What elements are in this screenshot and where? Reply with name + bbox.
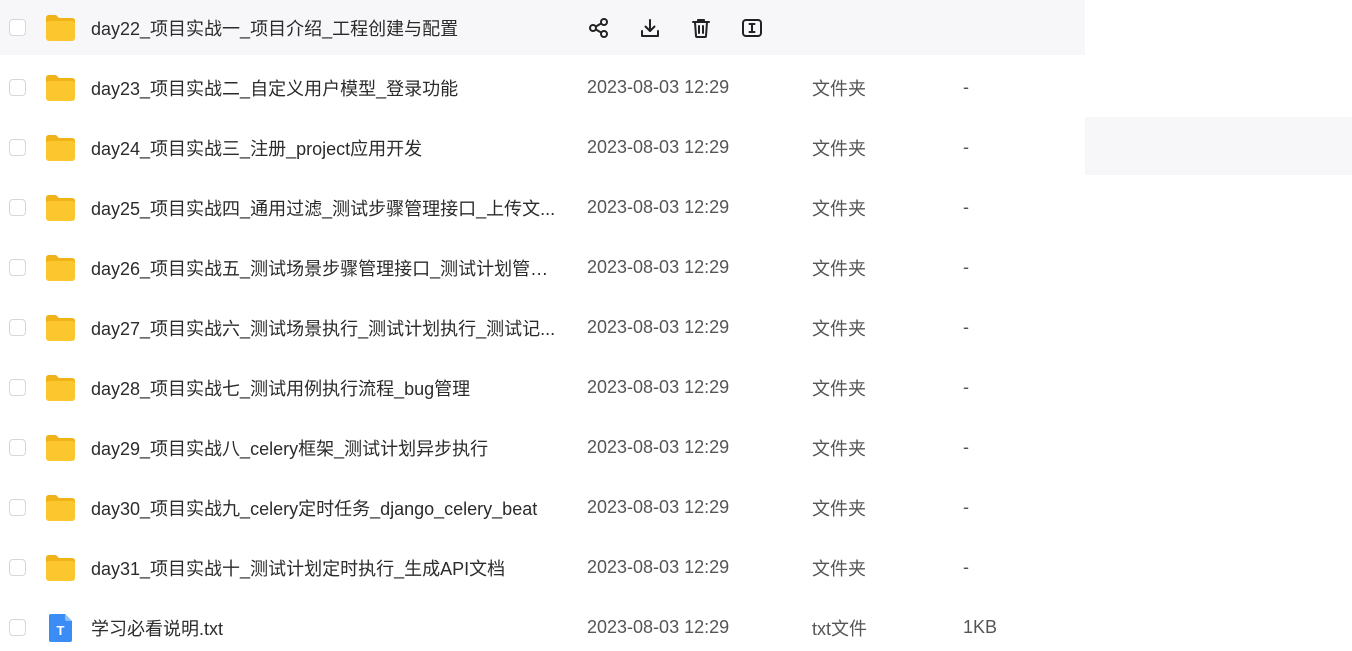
- file-type: 文件夹: [812, 258, 866, 279]
- file-name[interactable]: day26_项目实战五_测试场景步骤管理接口_测试计划管理...: [91, 255, 561, 281]
- row-checkbox[interactable]: [9, 559, 26, 576]
- file-type: 文件夹: [812, 78, 866, 99]
- row-checkbox[interactable]: [9, 19, 26, 36]
- file-row[interactable]: day27_项目实战六_测试场景执行_测试计划执行_测试记... 2023-08-…: [0, 300, 1085, 355]
- file-size: -: [963, 197, 969, 217]
- row-checkbox[interactable]: [9, 259, 26, 276]
- file-row[interactable]: day26_项目实战五_测试场景步骤管理接口_测试计划管理... 2023-08-…: [0, 240, 1085, 295]
- file-name[interactable]: day23_项目实战二_自定义用户模型_登录功能: [91, 75, 561, 101]
- file-name[interactable]: day24_项目实战三_注册_project应用开发: [91, 135, 561, 161]
- row-checkbox[interactable]: [9, 379, 26, 396]
- file-size: -: [963, 437, 969, 457]
- file-size: -: [963, 77, 969, 97]
- row-checkbox[interactable]: [9, 319, 26, 336]
- folder-icon: [44, 253, 77, 283]
- download-icon: [639, 17, 661, 39]
- file-type: 文件夹: [812, 318, 866, 339]
- folder-icon: [44, 313, 77, 343]
- file-name[interactable]: day28_项目实战七_测试用例执行流程_bug管理: [91, 375, 561, 401]
- folder-icon: [44, 193, 77, 223]
- file-row[interactable]: day29_项目实战八_celery框架_测试计划异步执行 2023-08-03 …: [0, 420, 1085, 475]
- file-row[interactable]: day25_项目实战四_通用过滤_测试步骤管理接口_上传文... 2023-08-…: [0, 180, 1085, 235]
- folder-icon: [44, 553, 77, 583]
- folder-icon: [44, 493, 77, 523]
- download-button[interactable]: [637, 15, 663, 41]
- file-name[interactable]: day29_项目实战八_celery框架_测试计划异步执行: [91, 435, 561, 461]
- file-name[interactable]: day27_项目实战六_测试场景执行_测试计划执行_测试记...: [91, 315, 561, 341]
- row-checkbox[interactable]: [9, 499, 26, 516]
- txt-icon-letter: T: [57, 623, 65, 638]
- file-name[interactable]: day22_项目实战一_项目介绍_工程创建与配置: [91, 15, 561, 41]
- modified-date: 2023-08-03 12:29: [587, 437, 730, 457]
- share-icon: [588, 17, 610, 39]
- file-row[interactable]: day30_项目实战九_celery定时任务_django_celery_bea…: [0, 480, 1085, 535]
- row-checkbox[interactable]: [9, 139, 26, 156]
- trash-icon: [690, 17, 712, 39]
- file-size: -: [963, 377, 969, 397]
- file-name[interactable]: 学习必看说明.txt: [91, 615, 561, 641]
- row-actions: [586, 15, 790, 41]
- file-size: -: [963, 557, 969, 577]
- modified-date: 2023-08-03 12:29: [587, 557, 730, 577]
- share-button[interactable]: [586, 15, 612, 41]
- modified-date: 2023-08-03 12:29: [587, 617, 730, 637]
- file-size: -: [963, 497, 969, 517]
- modified-date: 2023-08-03 12:29: [587, 137, 730, 157]
- file-type: 文件夹: [812, 138, 866, 159]
- modified-date: 2023-08-03 12:29: [587, 377, 730, 397]
- file-size: -: [963, 137, 969, 157]
- file-type: 文件夹: [812, 198, 866, 219]
- file-name[interactable]: day25_项目实战四_通用过滤_测试步骤管理接口_上传文...: [91, 195, 561, 221]
- file-size: -: [963, 317, 969, 337]
- modified-date: 2023-08-03 12:29: [587, 77, 730, 97]
- row-checkbox[interactable]: [9, 199, 26, 216]
- delete-button[interactable]: [688, 15, 714, 41]
- hover-highlight: [1085, 117, 1352, 175]
- file-row[interactable]: T 学习必看说明.txt 2023-08-03 12:29 txt文件 1KB: [0, 600, 1085, 651]
- rename-button[interactable]: [739, 15, 765, 41]
- file-type: 文件夹: [812, 498, 866, 519]
- folder-icon: [44, 13, 77, 43]
- file-row[interactable]: day23_项目实战二_自定义用户模型_登录功能 2023-08-03 12:29…: [0, 60, 1085, 115]
- folder-icon: [44, 133, 77, 163]
- rename-icon: [741, 17, 763, 39]
- file-row[interactable]: day28_项目实战七_测试用例执行流程_bug管理 2023-08-03 12:…: [0, 360, 1085, 415]
- folder-icon: [44, 373, 77, 403]
- file-type: 文件夹: [812, 438, 866, 459]
- file-size: -: [963, 257, 969, 277]
- file-name[interactable]: day30_项目实战九_celery定时任务_django_celery_bea…: [91, 495, 561, 521]
- modified-date: 2023-08-03 12:29: [587, 497, 730, 517]
- file-name[interactable]: day31_项目实战十_测试计划定时执行_生成API文档: [91, 555, 561, 581]
- file-type: 文件夹: [812, 378, 866, 399]
- file-row[interactable]: day24_项目实战三_注册_project应用开发 2023-08-03 12:…: [0, 120, 1085, 175]
- file-type: 文件夹: [812, 558, 866, 579]
- row-checkbox[interactable]: [9, 79, 26, 96]
- file-row[interactable]: day22_项目实战一_项目介绍_工程创建与配置: [0, 0, 1085, 55]
- txt-file-icon: T: [44, 613, 77, 643]
- modified-date: 2023-08-03 12:29: [587, 257, 730, 277]
- row-checkbox[interactable]: [9, 439, 26, 456]
- folder-icon: [44, 433, 77, 463]
- file-list: day22_项目实战一_项目介绍_工程创建与配置 day23_项目实战二_自定义…: [0, 0, 1352, 651]
- modified-date: 2023-08-03 12:29: [587, 317, 730, 337]
- file-type: txt文件: [812, 618, 868, 639]
- file-size: 1KB: [963, 617, 998, 637]
- folder-icon: [44, 73, 77, 103]
- row-checkbox[interactable]: [9, 619, 26, 636]
- file-row[interactable]: day31_项目实战十_测试计划定时执行_生成API文档 2023-08-03 1…: [0, 540, 1085, 595]
- modified-date: 2023-08-03 12:29: [587, 197, 730, 217]
